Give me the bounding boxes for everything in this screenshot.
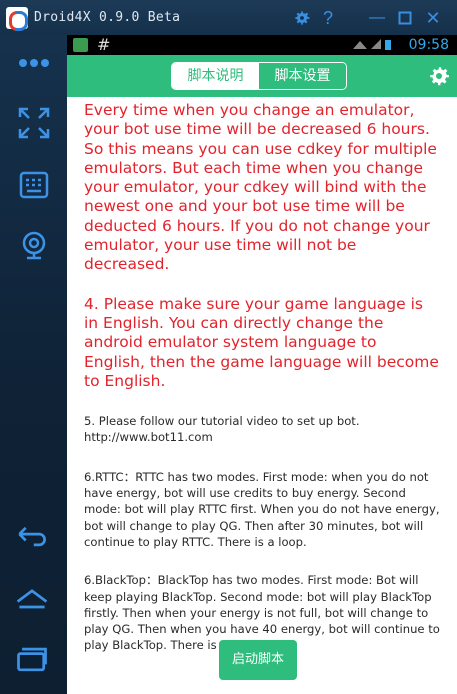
more-button[interactable] [16, 45, 52, 81]
tab-script-description[interactable]: 脚本说明 [172, 63, 259, 89]
keyboard-icon [19, 171, 49, 199]
paragraph-tutorial: 5. Please follow our tutorial video to s… [84, 414, 360, 445]
paragraph-language: 4. Please make sure your game language i… [84, 294, 439, 390]
tab-group: 脚本说明 脚本设置 [171, 62, 347, 90]
gear-icon [430, 67, 449, 86]
home-button[interactable] [14, 580, 54, 616]
gear-icon [295, 11, 310, 25]
droid4x-logo-icon [6, 7, 28, 31]
home-icon [16, 589, 48, 609]
camera-button[interactable] [16, 227, 52, 263]
paragraph-emulator-change: Every time when you change an emulator, … [84, 101, 437, 274]
paragraph-rttc: 6.RTTC：RTTC has two modes. First mode: w… [84, 469, 440, 549]
minimize-button[interactable]: — [365, 6, 389, 30]
emulator-window: Droid4X 0.9.0 Beta ? — ✕ # 09:58 脚本说明 脚本… [0, 0, 457, 694]
camera-icon [22, 231, 46, 260]
settings-button[interactable] [290, 6, 314, 30]
status-bar: # 09:58 [67, 35, 457, 55]
more-dots-icon [19, 59, 49, 67]
recent-apps-icon [17, 647, 47, 672]
settings-button[interactable] [427, 64, 451, 88]
recent-apps-button[interactable] [14, 641, 54, 677]
hash-notification: # [97, 35, 111, 54]
tab-script-settings[interactable]: 脚本设置 [259, 63, 346, 89]
maximize-button[interactable] [393, 6, 417, 30]
fullscreen-icon [18, 107, 50, 139]
content-area: Every time when you change an emulator, … [67, 97, 457, 694]
keyboard-button[interactable] [16, 167, 52, 203]
back-icon [18, 526, 46, 547]
status-icons [353, 39, 391, 50]
sidebar [0, 35, 67, 694]
clock: 09:58 [408, 37, 449, 53]
instructions: Every time when you change an emulator, … [84, 101, 440, 654]
android-screen: # 09:58 脚本说明 脚本设置 Every time when you ch… [67, 35, 457, 694]
fullscreen-button[interactable] [16, 105, 52, 141]
app-header: 脚本说明 脚本设置 [67, 55, 457, 97]
maximize-icon [398, 11, 412, 25]
back-button[interactable] [14, 517, 54, 553]
help-button[interactable]: ? [316, 6, 340, 30]
app-notification-icon [73, 38, 88, 52]
title-bar: Droid4X 0.9.0 Beta ? — ✕ [0, 0, 457, 35]
window-title: Droid4X 0.9.0 Beta [34, 10, 181, 25]
start-script-button[interactable]: 启动脚本 [219, 640, 297, 680]
close-button[interactable]: ✕ [421, 6, 445, 30]
